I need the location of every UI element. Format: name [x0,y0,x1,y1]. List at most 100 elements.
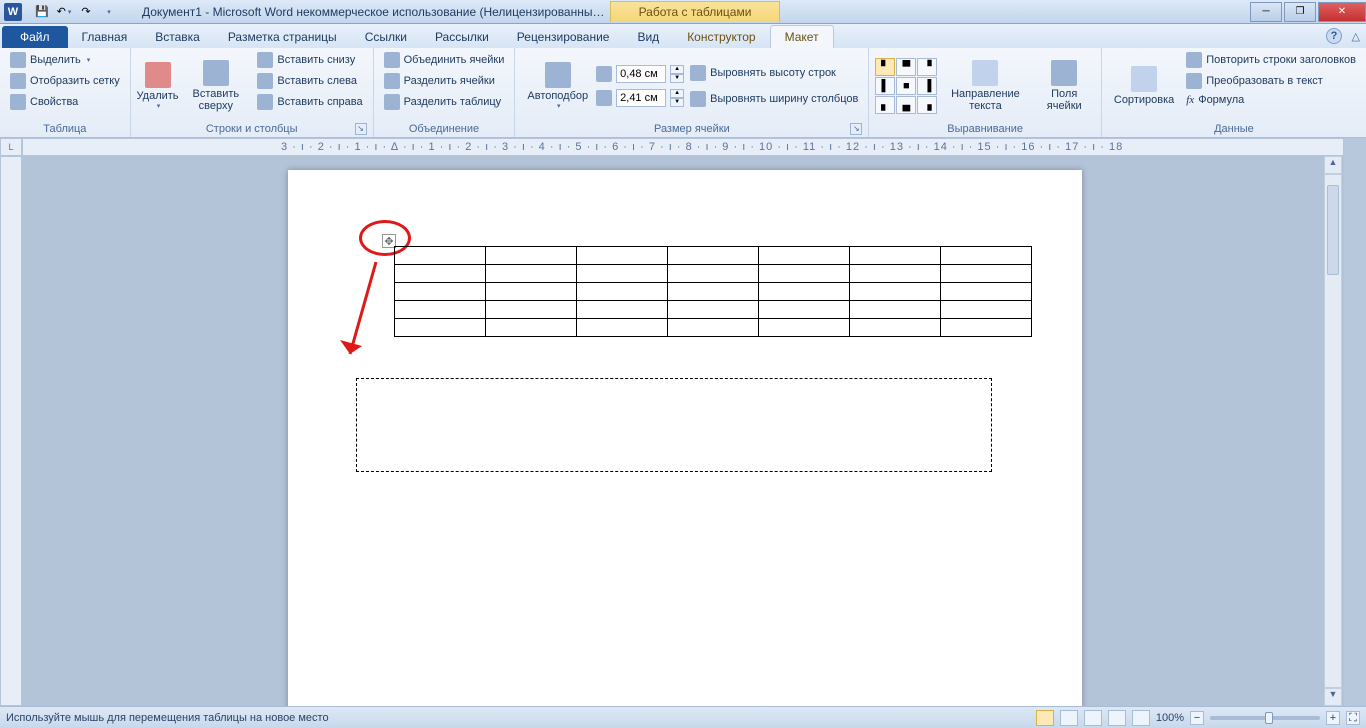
autofit-button[interactable]: Автоподбор▾ [521,50,594,121]
table-cell[interactable] [395,265,486,283]
tab-review[interactable]: Рецензирование [503,26,624,48]
table-cell[interactable] [850,283,941,301]
align-bot-center[interactable]: ▄ [896,96,916,114]
table-cell[interactable] [850,265,941,283]
help-icon[interactable]: ? [1326,28,1342,44]
scrollbar-thumb[interactable] [1327,185,1339,275]
table-cell[interactable] [577,265,668,283]
insert-below-button[interactable]: Вставить снизу [253,50,366,70]
collapse-ribbon-icon[interactable]: △ [1352,30,1360,43]
col-width-input[interactable] [616,89,666,107]
document-table[interactable] [394,246,1032,337]
view-web[interactable] [1084,710,1102,726]
vertical-ruler[interactable] [0,156,22,706]
horizontal-ruler[interactable]: 3 · ı · 2 · ı · 1 · ı · ∆ · ı · 1 · ı · … [22,138,1344,156]
row-height-input[interactable] [616,65,666,83]
align-mid-right[interactable]: ▐ [917,77,937,95]
align-mid-left[interactable]: ▌ [875,77,895,95]
text-direction-button[interactable]: Направление текста [939,58,1031,114]
minimize-button[interactable]: ─ [1250,2,1282,22]
table-cell[interactable] [941,265,1032,283]
table-cell[interactable] [395,283,486,301]
table-cell[interactable] [577,247,668,265]
tab-home[interactable]: Главная [68,26,142,48]
table-cell[interactable] [850,319,941,337]
zoom-in-button[interactable]: + [1326,711,1340,725]
vertical-scrollbar[interactable] [1324,174,1342,688]
table-cell[interactable] [668,265,759,283]
zoom-slider[interactable] [1210,716,1320,720]
table-cell[interactable] [395,319,486,337]
table-cell[interactable] [395,247,486,265]
tab-view[interactable]: Вид [623,26,673,48]
table-cell[interactable] [486,265,577,283]
insert-left-button[interactable]: Вставить слева [253,71,366,91]
table-cell[interactable] [668,247,759,265]
redo-icon[interactable]: ↷ [76,3,96,21]
table-cell[interactable] [759,247,850,265]
properties-button[interactable]: Свойства [6,92,124,112]
split-cells-button[interactable]: Разделить ячейки [380,71,509,91]
view-fullscreen[interactable] [1060,710,1078,726]
table-cell[interactable] [577,301,668,319]
table-cell[interactable] [668,283,759,301]
zoom-out-button[interactable]: − [1190,711,1204,725]
align-top-center[interactable]: ▀ [896,58,916,76]
close-button[interactable]: ✕ [1318,2,1366,22]
convert-text-button[interactable]: Преобразовать в текст [1182,71,1360,91]
table-cell[interactable] [668,319,759,337]
insert-right-button[interactable]: Вставить справа [253,92,366,112]
file-tab[interactable]: Файл [2,26,68,48]
table-cell[interactable] [486,301,577,319]
undo-icon[interactable]: ↶▾ [54,3,74,21]
table-cell[interactable] [850,247,941,265]
table-cell[interactable] [759,265,850,283]
delete-button[interactable]: Удалить▾ [137,50,179,121]
view-print-layout[interactable] [1036,710,1054,726]
spin-down-icon[interactable]: ▼ [670,98,684,107]
table-cell[interactable] [486,283,577,301]
table-cell[interactable] [668,301,759,319]
distribute-rows-button[interactable]: Выровнять высоту строк [686,63,862,83]
tab-insert[interactable]: Вставка [141,26,214,48]
save-icon[interactable]: 💾 [32,3,52,21]
table-cell[interactable] [941,301,1032,319]
zoom-thumb[interactable] [1265,712,1273,724]
align-top-left[interactable]: ▘ [875,58,895,76]
fullscreen-icon[interactable]: ⛶ [1346,711,1360,725]
sort-button[interactable]: Сортировка [1108,50,1180,121]
view-draft[interactable] [1132,710,1150,726]
insert-above-button[interactable]: Вставить сверху [180,50,251,121]
table-cell[interactable] [577,319,668,337]
tab-references[interactable]: Ссылки [351,26,421,48]
table-cell[interactable] [941,283,1032,301]
dialog-launcher-icon[interactable]: ↘ [850,123,862,135]
table-cell[interactable] [486,247,577,265]
dialog-launcher-icon[interactable]: ↘ [355,123,367,135]
cell-margins-button[interactable]: Поля ячейки [1034,58,1095,114]
table-cell[interactable] [759,301,850,319]
ruler-corner[interactable]: L [0,138,22,156]
tab-pagelayout[interactable]: Разметка страницы [214,26,351,48]
table-cell[interactable] [941,319,1032,337]
qat-customize-icon[interactable]: ▾ [98,3,118,21]
align-bot-right[interactable]: ▗ [917,96,937,114]
table-cell[interactable] [941,247,1032,265]
table-cell[interactable] [759,319,850,337]
repeat-header-button[interactable]: Повторить строки заголовков [1182,50,1360,70]
spin-up-icon[interactable]: ▲ [670,89,684,98]
scroll-up-icon[interactable]: ▲ [1324,156,1342,174]
select-button[interactable]: Выделить▾ [6,50,124,70]
scroll-down-icon[interactable]: ▼ [1324,688,1342,706]
table-cell[interactable] [759,283,850,301]
spin-down-icon[interactable]: ▼ [670,74,684,83]
spin-up-icon[interactable]: ▲ [670,65,684,74]
table-cell[interactable] [395,301,486,319]
col-width-field[interactable]: ▲▼ [596,89,684,107]
tab-mailings[interactable]: Рассылки [421,26,503,48]
view-outline[interactable] [1108,710,1126,726]
restore-button[interactable]: ❐ [1284,2,1316,22]
zoom-value[interactable]: 100% [1156,712,1184,724]
table-cell[interactable] [577,283,668,301]
align-bot-left[interactable]: ▖ [875,96,895,114]
